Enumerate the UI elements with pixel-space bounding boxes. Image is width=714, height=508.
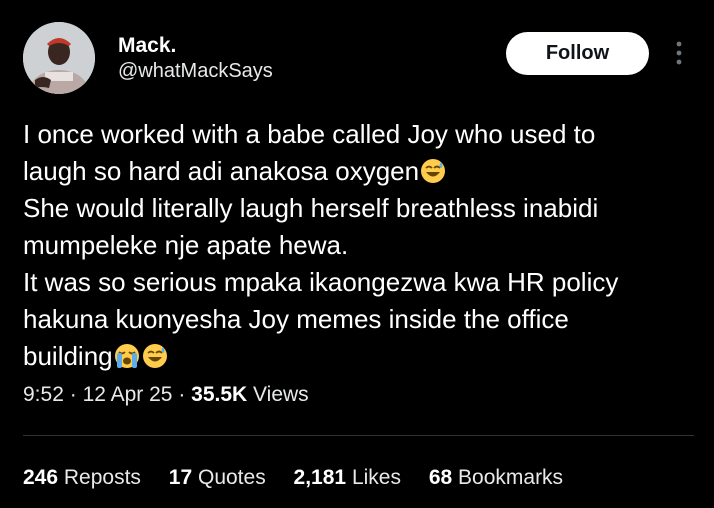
follow-button[interactable]: Follow bbox=[506, 32, 649, 75]
bookmarks-stat[interactable]: 68 Bookmarks bbox=[429, 466, 563, 489]
tweet-line: laugh so hard adi anakosa oxygen bbox=[23, 153, 693, 190]
bookmarks-label: Bookmarks bbox=[458, 466, 564, 489]
tweet-meta: 9:52 · 12 Apr 25 · 35.5K Views bbox=[23, 383, 309, 407]
author-handle[interactable]: @whatMackSays bbox=[118, 60, 273, 83]
tweet-line: I once worked with a babe called Joy who… bbox=[23, 119, 596, 149]
grinning-sweat-emoji-icon bbox=[419, 157, 447, 185]
tweet-line: building bbox=[23, 338, 693, 375]
likes-count: 2,181 bbox=[293, 466, 347, 489]
tweet-line: She would literally laugh herself breath… bbox=[23, 193, 599, 223]
quotes-stat[interactable]: 17 Quotes bbox=[169, 466, 266, 489]
avatar[interactable] bbox=[23, 22, 95, 94]
meta-separator: · bbox=[69, 383, 77, 406]
author-name[interactable]: Mack. bbox=[118, 34, 176, 58]
tweet-line: It was so serious mpaka ikaongezwa kwa H… bbox=[23, 267, 619, 297]
avatar-image bbox=[23, 22, 95, 94]
tweet-time[interactable]: 9:52 bbox=[23, 383, 64, 406]
tweet-date[interactable]: 12 Apr 25 bbox=[83, 383, 173, 406]
tweet-line: mumpeleke nje apate hewa. bbox=[23, 230, 349, 260]
reposts-count: 246 bbox=[23, 466, 59, 489]
more-vertical-icon[interactable] bbox=[672, 40, 686, 68]
divider bbox=[23, 435, 694, 436]
views-label[interactable]: Views bbox=[253, 383, 309, 406]
tweet-text: I once worked with a babe called Joy who… bbox=[23, 116, 693, 375]
likes-label: Likes bbox=[351, 466, 401, 489]
tweet-line-text: building bbox=[23, 341, 113, 371]
tweet-line-text: laugh so hard adi anakosa oxygen bbox=[23, 156, 420, 186]
reposts-label: Reposts bbox=[63, 466, 141, 489]
engagement-stats: 246 Reposts 17 Quotes 2,181 Likes 68 Boo… bbox=[23, 466, 585, 490]
quotes-count: 17 bbox=[168, 466, 193, 489]
bookmarks-count: 68 bbox=[428, 466, 453, 489]
reposts-stat[interactable]: 246 Reposts bbox=[23, 466, 141, 489]
likes-stat[interactable]: 2,181 Likes bbox=[294, 466, 401, 489]
quotes-label: Quotes bbox=[197, 466, 266, 489]
views-count[interactable]: 35.5K bbox=[191, 383, 247, 406]
meta-separator: · bbox=[178, 383, 186, 406]
loudly-crying-emoji-icon bbox=[113, 342, 141, 370]
grinning-sweat-emoji-icon bbox=[141, 342, 169, 370]
tweet-line: hakuna kuonyesha Joy memes inside the of… bbox=[23, 304, 569, 334]
